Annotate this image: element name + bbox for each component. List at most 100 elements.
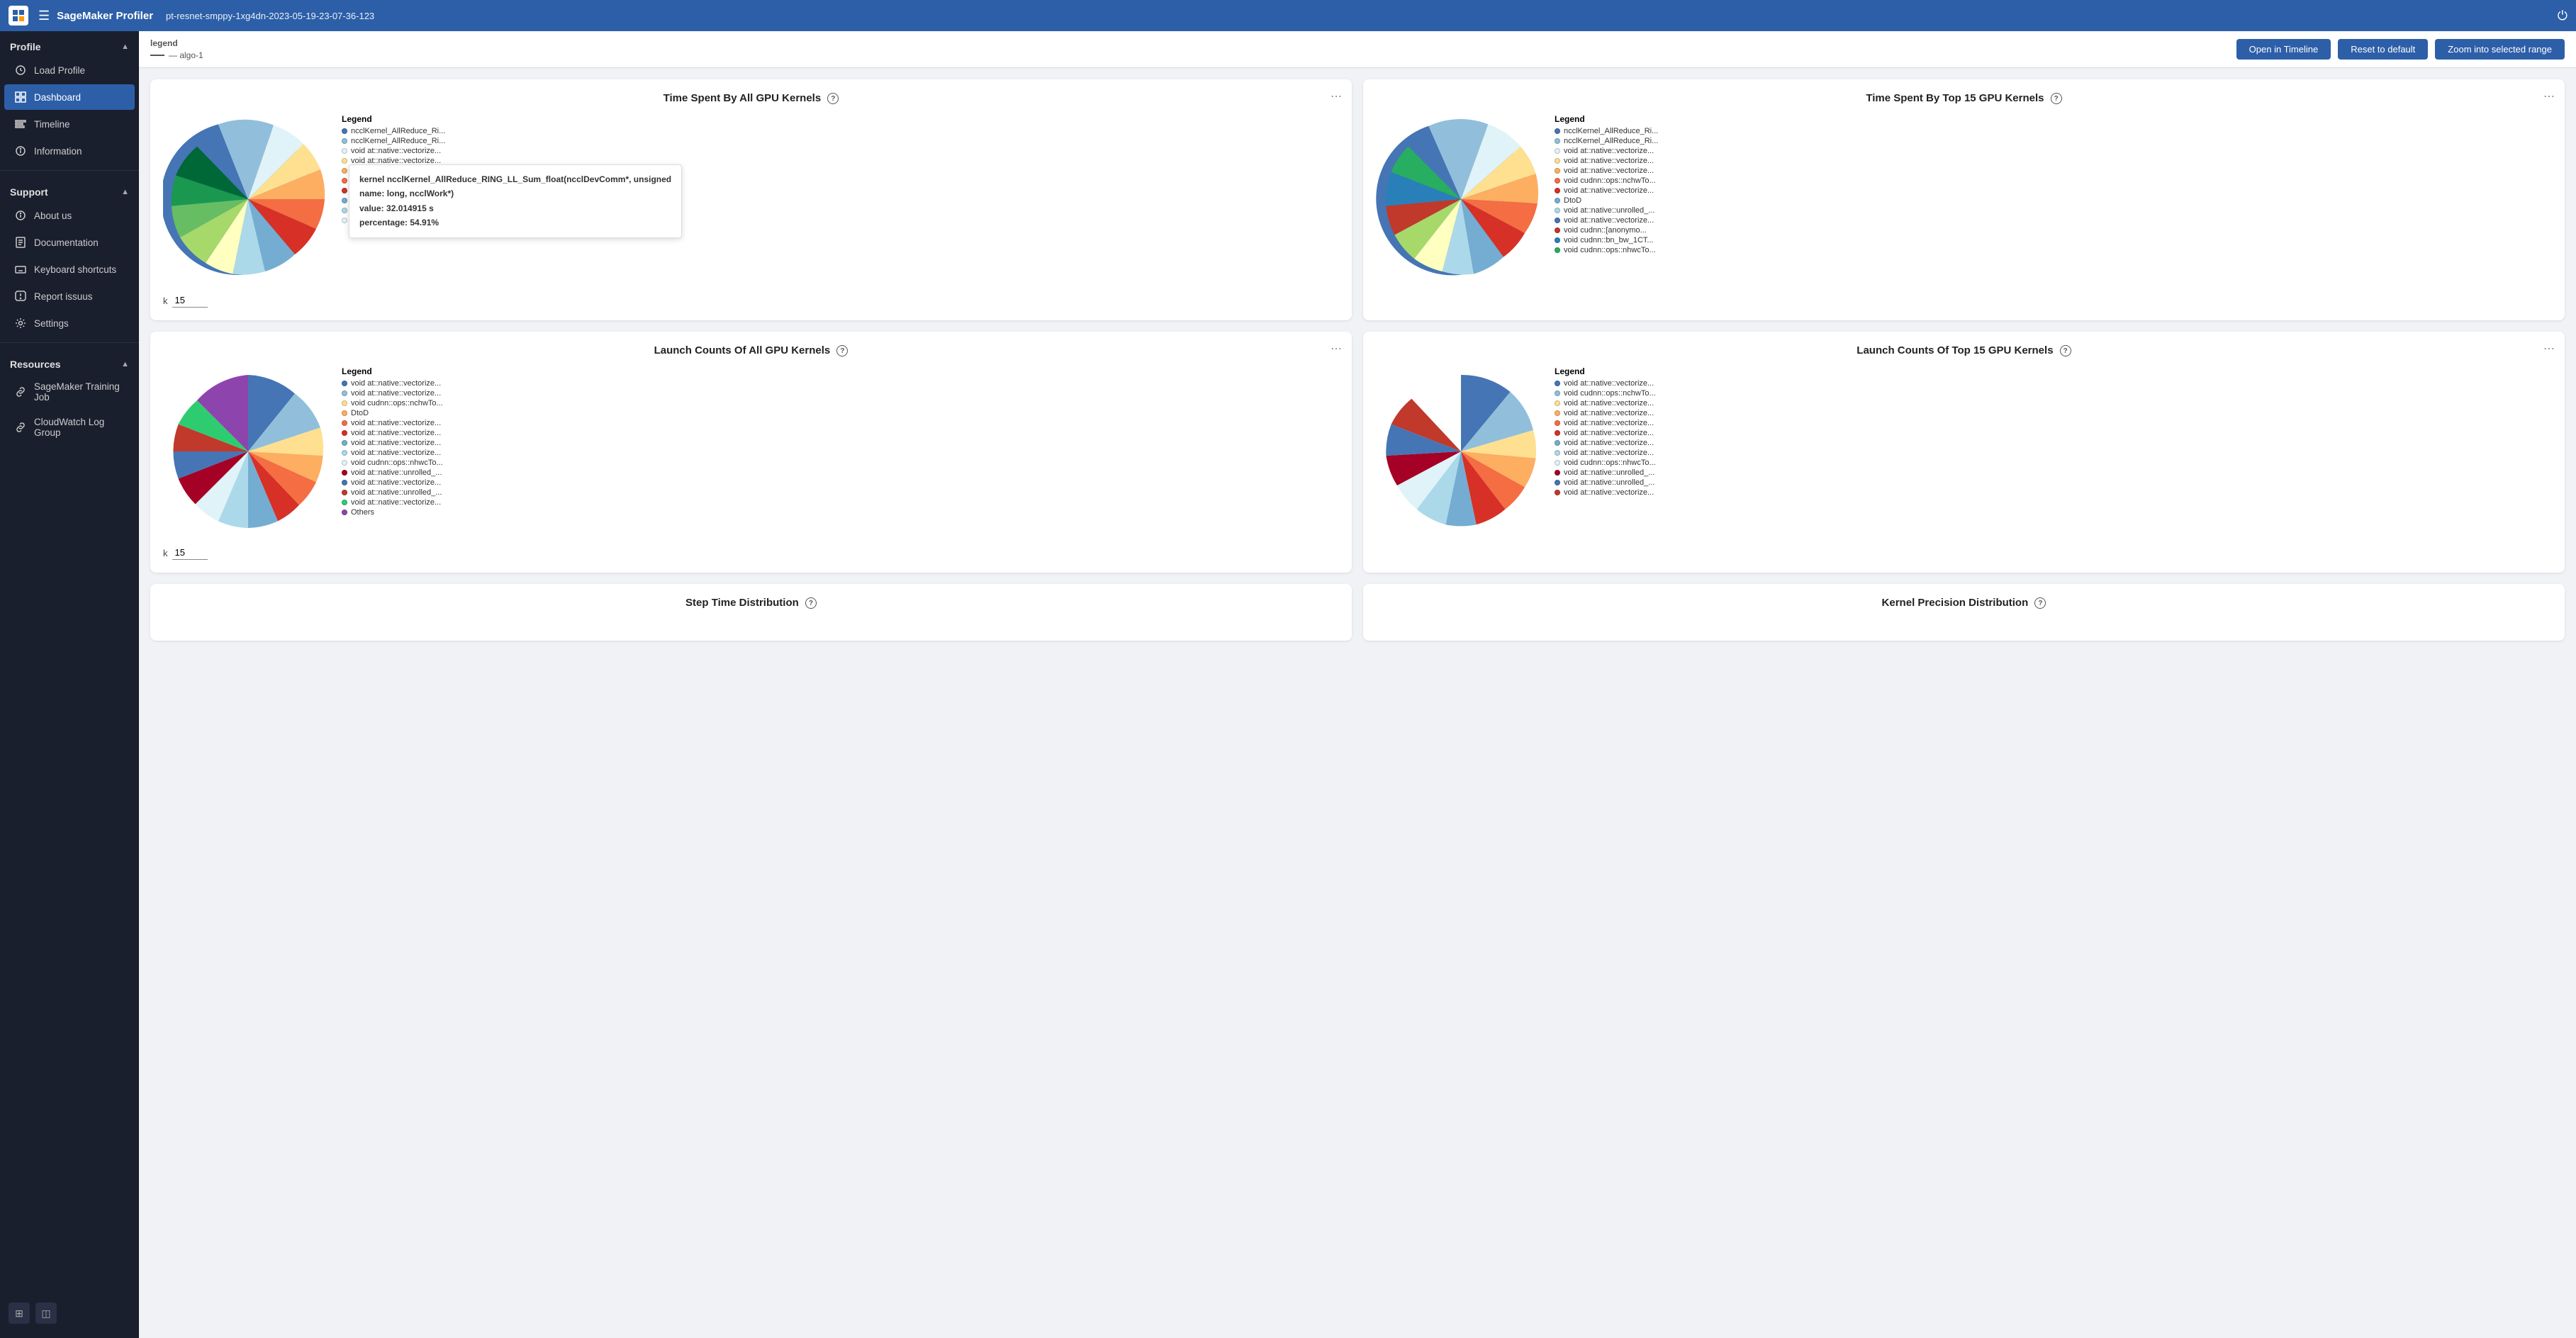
- chart3-help-icon[interactable]: ?: [836, 345, 848, 356]
- chart1-menu[interactable]: ⋯: [1331, 89, 1342, 103]
- chart1-legend-items: ncclKernel_AllReduce_Ri... ncclKernel_All…: [342, 127, 445, 225]
- chart4-menu[interactable]: ⋯: [2543, 342, 2555, 356]
- support-chevron[interactable]: ▲: [121, 188, 129, 196]
- legend-item: ncclKernel_AllReduce_Ri...: [1555, 127, 1658, 135]
- legend-item: void cudnn::[anonymo...: [1555, 226, 1658, 235]
- link-icon: [14, 386, 27, 398]
- load-profile-icon: [14, 64, 27, 77]
- power-icon[interactable]: ⏻: [2558, 9, 2567, 23]
- chart1-pie: [163, 114, 333, 288]
- sidebar-item-sagemaker-training[interactable]: SageMaker Training Job: [4, 375, 135, 409]
- legend-item: void at::native::vectorize...: [1555, 167, 1658, 175]
- chart-time-all-gpu: Time Spent By All GPU Kernels ? ⋯: [150, 79, 1352, 320]
- chart3-menu[interactable]: ⋯: [1331, 342, 1342, 356]
- sidebar-item-cloudwatch[interactable]: CloudWatch Log Group: [4, 410, 135, 444]
- legend-item: Others: [342, 508, 443, 517]
- chart2-menu[interactable]: ⋯: [2543, 89, 2555, 103]
- legend-item: void at::native::vectorize...: [342, 147, 445, 155]
- step-time-help-icon[interactable]: ?: [805, 597, 817, 609]
- zoom-selected-button[interactable]: Zoom into selected range: [2435, 39, 2565, 60]
- chart3-legend: Legend void at::native::vectorize...void…: [342, 366, 443, 518]
- chart-time-top15-gpu: Time Spent By Top 15 GPU Kernels ? ⋯: [1363, 79, 2565, 320]
- sidebar-item-timeline[interactable]: Timeline: [4, 111, 135, 137]
- chart2-legend: Legend ncclKernel_AllReduce_Ri...ncclKer…: [1555, 114, 1658, 256]
- report-icon: [14, 290, 27, 303]
- legend-item: void at::native::vectorize...: [1555, 157, 1658, 165]
- open-timeline-button[interactable]: Open in Timeline: [2236, 39, 2331, 60]
- filename-label: pt-resnet-smppy-1xg4dn-2023-05-19-23-07-…: [166, 11, 374, 21]
- reset-default-button[interactable]: Reset to default: [2338, 39, 2428, 60]
- chart4-help-icon[interactable]: ?: [2060, 345, 2071, 356]
- legend-area: legend — algo-1: [150, 38, 203, 60]
- bottom-charts-grid: Step Time Distribution ? Kernel Precisio…: [139, 584, 2576, 652]
- timeline-icon: [14, 118, 27, 130]
- sidebar-item-keyboard-shortcuts[interactable]: Keyboard shortcuts: [4, 257, 135, 282]
- kernel-precision-help-icon[interactable]: ?: [2034, 597, 2046, 609]
- chart1-area: Legend ncclKernel_AllReduce_Ri...ncclKer…: [163, 114, 1339, 288]
- legend-item: void cudnn::ops::nchwTo...: [342, 176, 445, 185]
- legend-item: ncclKernel_AllReduce_Ri...: [342, 127, 445, 135]
- chart2-help-icon[interactable]: ?: [2051, 93, 2062, 104]
- menu-icon[interactable]: ☰: [38, 9, 50, 23]
- profile-chevron[interactable]: ▲: [121, 43, 129, 51]
- sidebar-item-settings[interactable]: Settings: [4, 310, 135, 336]
- legend-item: DtoD: [1555, 196, 1658, 205]
- sidebar-item-dashboard[interactable]: Dashboard: [4, 84, 135, 110]
- sidebar-item-information[interactable]: Information: [4, 138, 135, 164]
- chart-launch-top15-gpu: Launch Counts Of Top 15 GPU Kernels ? ⋯: [1363, 332, 2565, 573]
- legend-item: ncclKernel_AllReduce_Ri...: [1555, 137, 1658, 145]
- settings-icon: [14, 317, 27, 330]
- chart3-pie: [163, 366, 333, 540]
- legend-item: void at::native::unrolled_...: [342, 206, 445, 215]
- sidebar-item-documentation[interactable]: Documentation: [4, 230, 135, 255]
- legend-item: void cudnn::ops::nhwcTo...: [1555, 246, 1658, 254]
- legend-item: void at::native::vectorize...: [342, 167, 445, 175]
- chart1-help-icon[interactable]: ?: [827, 93, 839, 104]
- legend-item: void at::native::vectorize...: [1555, 379, 1656, 388]
- sidebar-bottom-icon-2[interactable]: ◫: [35, 1303, 57, 1324]
- legend-item: void at::native::vectorize...: [1555, 439, 1656, 447]
- chart4-legend: Legend void at::native::vectorize...void…: [1555, 366, 1656, 498]
- legend-item: — algo-1: [150, 50, 203, 60]
- legend-item: void at::native::vectorize...: [1555, 147, 1658, 155]
- chart-kernel-precision-title: Kernel Precision Distribution ?: [1376, 597, 2552, 609]
- chart4-pie: [1376, 366, 1546, 540]
- legend-item: void cudnn::ops::nchwTo...: [1555, 389, 1656, 398]
- sidebar-item-about-us[interactable]: About us: [4, 203, 135, 228]
- sidebar-item-report-issues[interactable]: Report issuus: [4, 283, 135, 309]
- sidebar-item-load-profile[interactable]: Load Profile: [4, 57, 135, 83]
- legend-item: void at::native::vectorize...: [342, 157, 445, 165]
- legend-item: void at::native::vectorize...: [1555, 186, 1658, 195]
- legend-item: void at::native::vectorize...: [342, 439, 443, 447]
- legend-item: void at::native::vectorize...: [1555, 216, 1658, 225]
- legend-item: void at::native::vectorize...: [1555, 419, 1656, 427]
- legend-item: void at::native::vectorize...: [342, 389, 443, 398]
- chart4-area: Legend void at::native::vectorize...void…: [1376, 366, 2552, 540]
- legend-item: void at::native::unrolled_...: [342, 488, 443, 497]
- legend-title: legend: [150, 38, 203, 48]
- legend-item: void at::native::unrolled_...: [1555, 206, 1658, 215]
- legend-item: void cudnn::ops::nhwcTo...: [342, 459, 443, 467]
- chart-launch-all-gpu: Launch Counts Of All GPU Kernels ? ⋯: [150, 332, 1352, 573]
- legend-item: DtoD: [342, 196, 445, 205]
- timeline-bar: legend — algo-1 Open in Timeline Reset t…: [139, 31, 2576, 68]
- legend-item: void cudnn::bn_bw_1CT...: [1555, 236, 1658, 244]
- profile-section-header: Profile ▲: [0, 31, 139, 57]
- legend-item: void at::native::vectorize...: [342, 478, 443, 487]
- chart1-k-input[interactable]: [172, 293, 208, 308]
- legend-item: void cudnn::ops::nchwTo...: [1555, 176, 1658, 185]
- legend-item: ncclKernel_AllReduce_Ri...: [342, 137, 445, 145]
- legend-item: void at::native::vectorize...: [342, 186, 445, 195]
- legend-item: void at::native::vectorize...: [342, 379, 443, 388]
- chart3-k-input[interactable]: [172, 546, 208, 560]
- legend-item: void at::native::vectorize...: [342, 498, 443, 507]
- resources-chevron[interactable]: ▲: [121, 360, 129, 369]
- legend-item: void at::native::vectorize...: [342, 216, 445, 225]
- chart3-k-row: k: [163, 546, 1339, 560]
- sidebar-bottom-icon-1[interactable]: ⊞: [9, 1303, 30, 1324]
- support-section-header: Support ▲: [0, 176, 139, 202]
- legend-item: void at::native::unrolled_...: [1555, 468, 1656, 477]
- legend-item: void at::native::unrolled_...: [1555, 478, 1656, 487]
- legend-item: void at::native::vectorize...: [1555, 429, 1656, 437]
- charts-grid: Time Spent By All GPU Kernels ? ⋯: [139, 68, 2576, 584]
